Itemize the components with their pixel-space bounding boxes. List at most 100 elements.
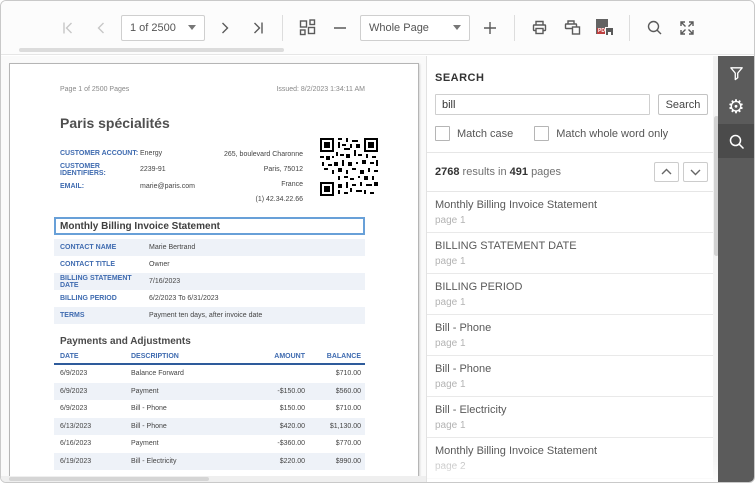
filter-funnel-icon <box>729 66 743 80</box>
zoom-in-button[interactable] <box>477 15 503 41</box>
toolbar: 1 of 2500 Whole Page PDF <box>1 1 754 55</box>
search-result-item[interactable]: BILLING PERIOD page 1 <box>427 274 720 315</box>
next-page-icon <box>222 22 229 33</box>
field-label: CUSTOMER IDENTIFIERS: <box>60 162 106 177</box>
section-title: Monthly Billing Invoice Statement <box>60 220 221 232</box>
viewer-horizontal-scrollbar[interactable] <box>1 476 426 482</box>
search-panel: SEARCH Search Match case Match whole wor… <box>426 56 720 482</box>
search-panel-title: SEARCH <box>435 72 485 84</box>
zoom-out-button[interactable] <box>327 15 353 41</box>
detail-row: CONTACT TITLE Owner <box>54 256 365 273</box>
table-row: 6/13/2023 Bill - Phone $420.00 $1,130.00 <box>54 417 365 435</box>
page-select-dropdown[interactable]: 1 of 2500 <box>121 14 205 41</box>
table-row: 6/9/2023 Bill - Phone $150.00 $710.00 <box>60 405 361 413</box>
zoom-select-dropdown[interactable]: Whole Page <box>360 14 470 41</box>
detail-row: CONTACT NAME Marie Bertrand <box>54 239 365 256</box>
detail-row: BILLING PERIOD 6/2/2023 To 6/31/2023 <box>54 290 365 307</box>
payments-table: DATE DESCRIPTION AMOUNT BALANCE 6/9/2023… <box>54 353 365 470</box>
search-input[interactable] <box>435 94 650 115</box>
field-value: Marie Bertrand <box>149 244 196 251</box>
field-label: EMAIL: <box>60 182 85 190</box>
address-line: 265, boulevard Charonne <box>223 151 303 158</box>
document-page: Page 1 of 2500 Pages Issued: 8/2/2023 1:… <box>9 63 419 478</box>
viewer-horizontal-scrollbar-thumb[interactable] <box>9 477 209 481</box>
field-label: CUSTOMER ACCOUNT: <box>60 149 139 157</box>
search-results-list: Monthly Billing Invoice Statement page 1… <box>427 192 720 482</box>
toolbar-separator <box>282 14 283 41</box>
table-row: 6/9/2023 Balance Forward $710.00 <box>60 370 361 378</box>
next-result-button[interactable] <box>683 162 708 182</box>
customer-address: 265, boulevard Charonne Paris, 75012 Fra… <box>224 147 303 207</box>
print-page-button[interactable] <box>559 15 585 41</box>
toolbar-separator <box>514 14 515 41</box>
first-page-icon <box>63 22 72 33</box>
field-value: Energy <box>140 149 163 157</box>
search-button[interactable]: Search <box>658 94 708 115</box>
search-result-item[interactable]: BILLING STATEMENT DATE page 2 <box>427 479 720 482</box>
chevron-down-icon <box>690 169 701 176</box>
first-page-button[interactable] <box>55 15 81 41</box>
export-pdf-icon: PDF <box>596 19 614 36</box>
match-whole-word-label: Match whole word only <box>556 127 669 140</box>
customer-title: Paris spécialités <box>60 115 170 131</box>
chevron-down-icon <box>188 25 196 30</box>
search-result-item[interactable]: Monthly Billing Invoice Statement page 1 <box>427 192 720 233</box>
search-result-item[interactable]: BILLING STATEMENT DATE page 1 <box>427 233 720 274</box>
minus-icon <box>334 26 346 29</box>
search-options-row: Match case Match whole word only <box>435 126 720 141</box>
field-label: BILLING PERIOD <box>60 295 117 302</box>
multi-page-view-icon <box>299 19 315 36</box>
column-header: DATE <box>60 353 79 360</box>
parameters-tab-button[interactable] <box>718 56 754 90</box>
address-line: (1) 42.34.22.66 <box>255 196 303 203</box>
previous-page-icon <box>97 22 104 33</box>
issued-text: Issued: 8/2/2023 1:34:11 AM <box>276 86 365 93</box>
search-result-item[interactable]: Monthly Billing Invoice Statement page 2 <box>427 438 720 479</box>
previous-page-button[interactable] <box>88 15 114 41</box>
toolbar-search-button[interactable] <box>641 15 667 41</box>
export-options-tab-button[interactable]: ⚙ <box>718 90 754 124</box>
match-case-checkbox[interactable] <box>435 126 450 141</box>
customer-info-block: CUSTOMER ACCOUNT: Energy CUSTOMER IDENTI… <box>54 138 378 203</box>
plus-icon <box>484 21 496 34</box>
tool-sidebar: ⚙ <box>718 56 754 482</box>
zoom-select-value: Whole Page <box>369 21 429 34</box>
table-row: 6/19/2023 Bill - Electricity $220.00 $99… <box>54 452 365 470</box>
save-floppy-icon <box>605 27 614 36</box>
field-label: CONTACT TITLE <box>60 261 116 268</box>
last-page-button[interactable] <box>245 15 271 41</box>
previous-result-button[interactable] <box>654 162 679 182</box>
fullscreen-button[interactable] <box>674 15 700 41</box>
search-result-item[interactable]: Bill - Electricity page 1 <box>427 397 720 438</box>
search-result-item[interactable]: Bill - Phone page 1 <box>427 315 720 356</box>
chevron-up-icon <box>661 168 672 175</box>
detail-row: BILLING STATEMENT DATE 7/16/2023 <box>54 273 365 290</box>
page-running-header: Page 1 of 2500 Pages Issued: 8/2/2023 1:… <box>60 86 365 93</box>
results-pages-count: 491 <box>509 166 528 178</box>
detail-row: TERMS Payment ten days, after invoice da… <box>54 307 365 324</box>
table-row: 6/16/2023 Payment -$360.00 $770.00 <box>60 440 361 448</box>
results-summary-row: 2768 results in 491 pages <box>427 153 720 191</box>
toolbar-scrollbar-thumb[interactable] <box>19 48 284 52</box>
column-header: BALANCE <box>326 353 361 360</box>
export-button[interactable]: PDF <box>592 15 618 41</box>
printer-icon <box>532 20 546 35</box>
field-label: CONTACT NAME <box>60 244 117 251</box>
next-page-button[interactable] <box>212 15 238 41</box>
address-line: Paris, 75012 <box>263 166 303 173</box>
search-result-item[interactable]: Bill - Phone page 1 <box>427 356 720 397</box>
search-icon <box>647 20 661 35</box>
printer-with-page-icon <box>564 20 580 35</box>
billing-details: CONTACT NAME Marie Bertrand CONTACT TITL… <box>54 239 365 324</box>
match-whole-word-checkbox[interactable] <box>534 126 550 141</box>
field-value: Payment ten days, after invoice date <box>149 312 263 319</box>
search-tab-button[interactable] <box>718 124 754 158</box>
qr-code <box>320 138 378 196</box>
expand-arrows-icon <box>680 20 694 35</box>
address-line: France <box>281 181 303 188</box>
multi-page-view-button[interactable] <box>294 15 320 41</box>
print-button[interactable] <box>526 15 552 41</box>
field-label: BILLING STATEMENT DATE <box>60 274 132 289</box>
toolbar-separator <box>629 14 630 41</box>
last-page-icon <box>254 22 263 33</box>
